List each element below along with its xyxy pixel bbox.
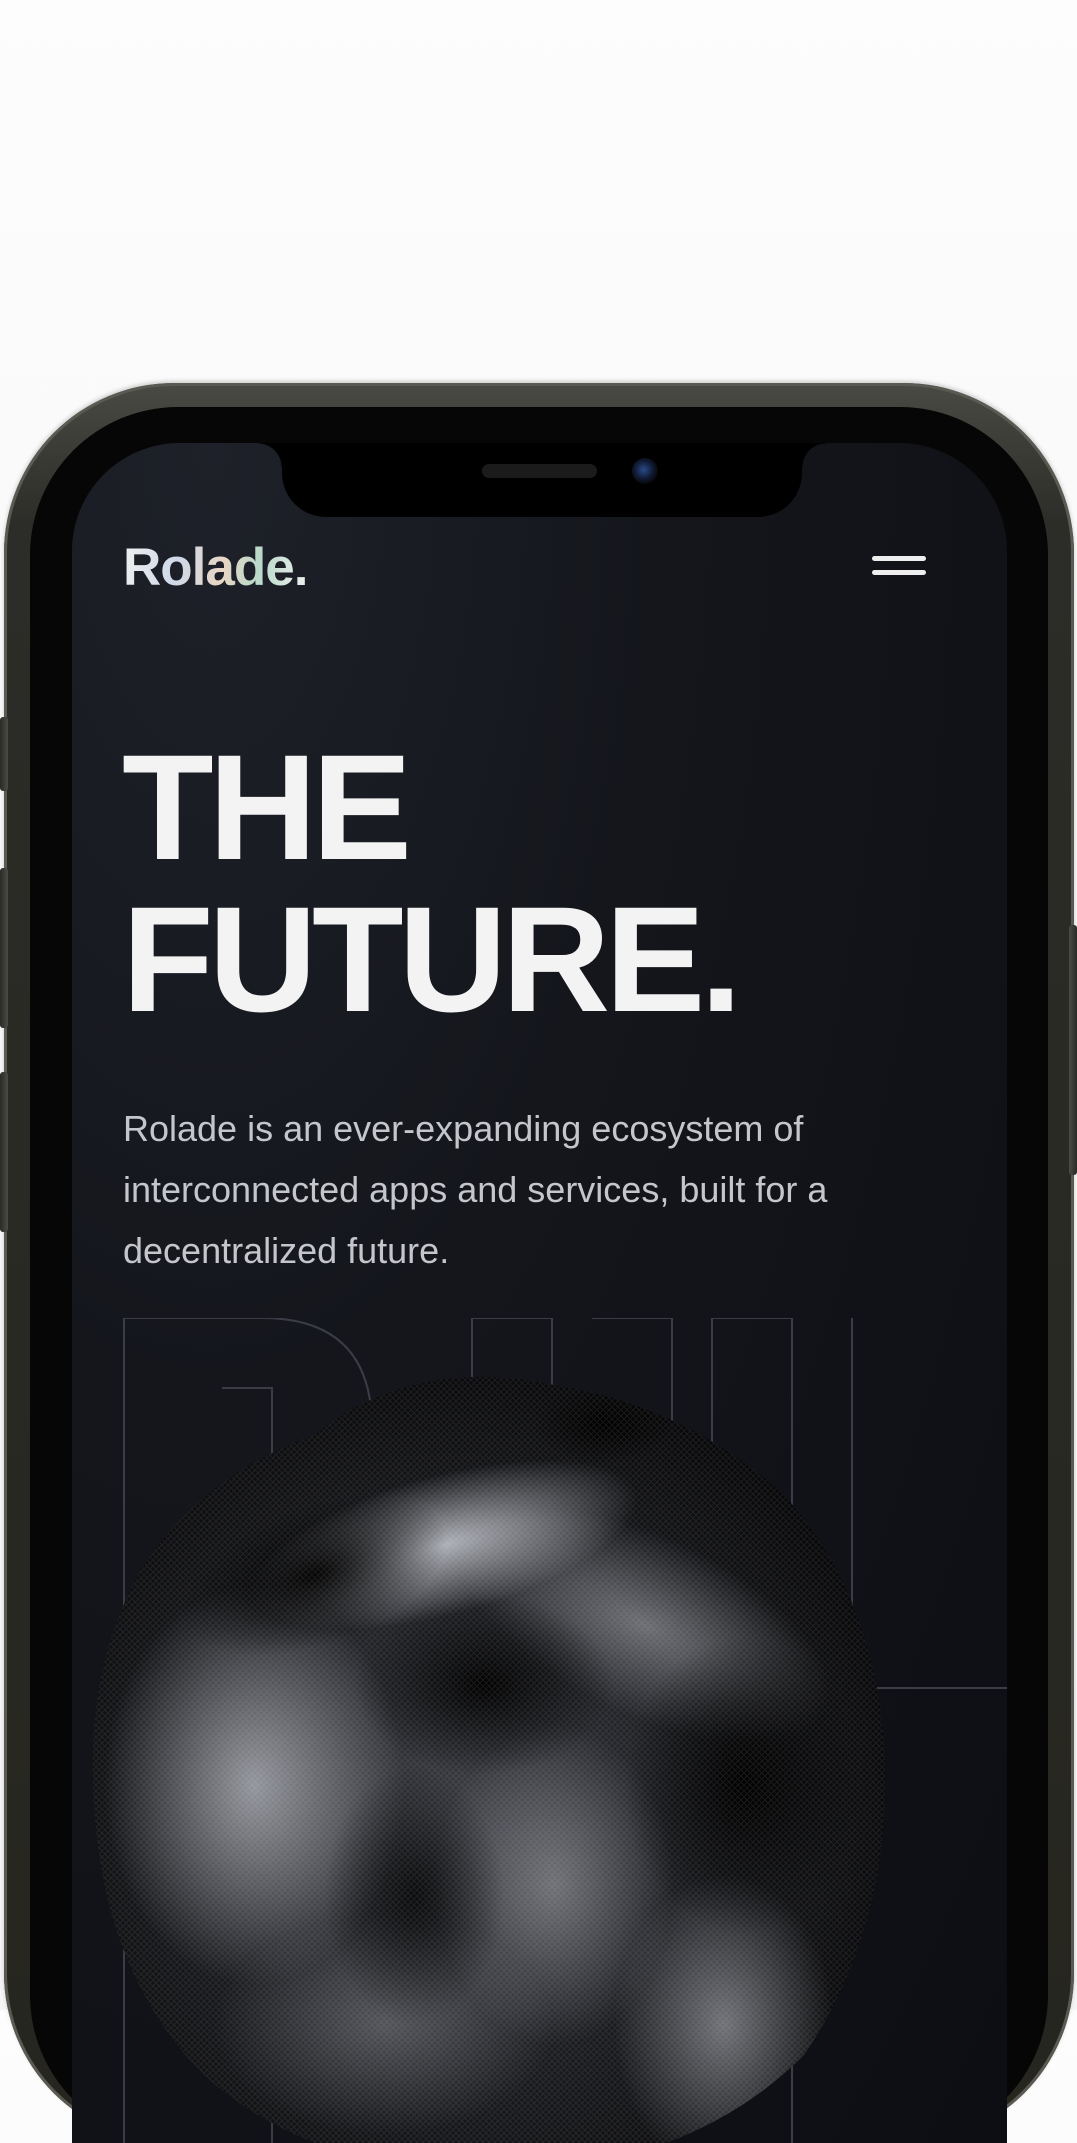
front-camera: [632, 458, 658, 484]
hero-3d-blob-graphic: [92, 1376, 886, 2143]
hero-title: THE FUTURE.: [122, 723, 742, 1043]
hero-description: Rolade is an ever-expanding ecosystem of…: [123, 1108, 828, 1271]
brand-logo[interactable]: Rolade.: [123, 537, 308, 598]
phone-volume-up-button: [0, 868, 8, 1028]
phone-power-button: [1069, 925, 1077, 1175]
hero-title-line-1: THE: [122, 723, 412, 891]
phone-notch: [258, 443, 826, 517]
phone-screen: Rolade. THE FUTURE. Rolade is an ever-ex…: [72, 443, 1007, 2143]
menu-line-bottom: [872, 570, 926, 575]
hero-title-line-2: FUTURE.: [122, 875, 742, 1043]
phone-volume-down-button: [0, 1072, 8, 1232]
phone-silent-switch: [0, 717, 8, 791]
menu-line-top: [872, 556, 926, 561]
hamburger-menu-icon[interactable]: [872, 549, 928, 585]
earpiece-speaker: [482, 464, 597, 478]
